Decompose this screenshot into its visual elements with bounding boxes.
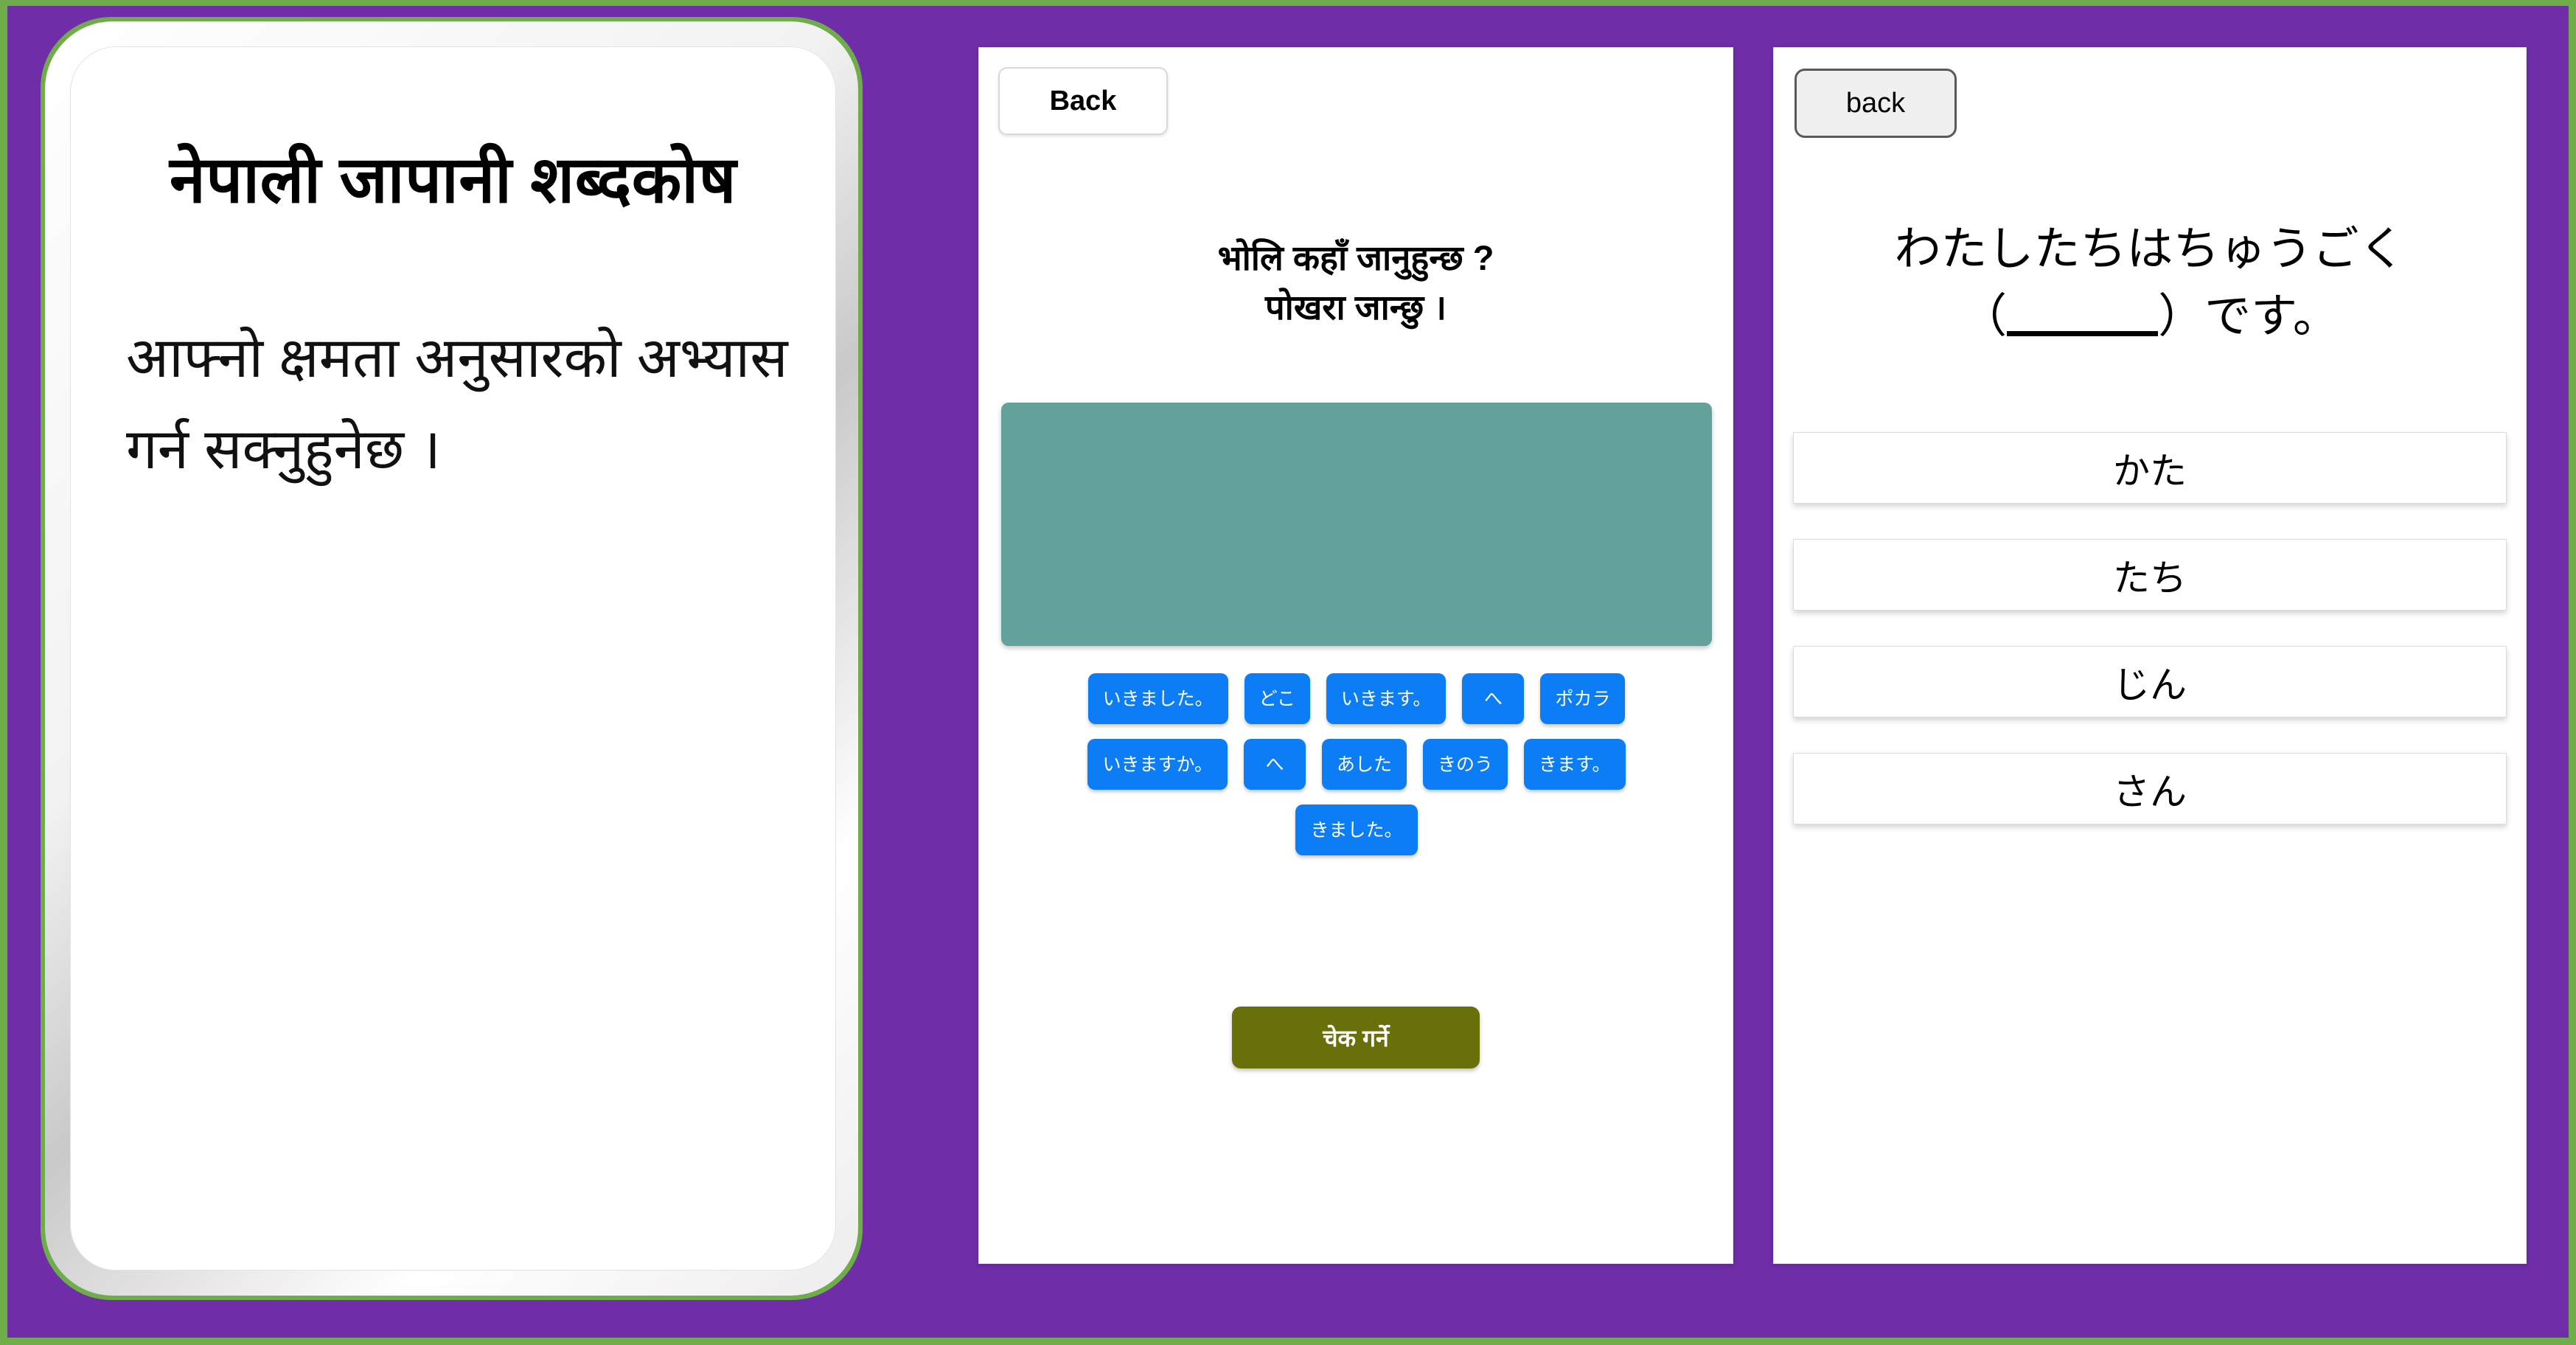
word-chip[interactable]: へ [1462, 673, 1525, 724]
word-chip[interactable]: いきます。 [1326, 673, 1447, 724]
app-title: नेपाली जापानी शब्दकोष [169, 143, 737, 216]
back-button[interactable]: Back [998, 67, 1168, 135]
sentence-arrange-screen: Back भोलि कहाँ जानुहुन्छ ? पोखरा जान्छु … [978, 47, 1733, 1264]
word-chip[interactable]: きました。 [1295, 804, 1418, 855]
answer-option[interactable]: じん [1793, 646, 2507, 717]
answer-dropzone[interactable] [1001, 403, 1712, 646]
cover-card: नेपाली जापानी शब्दकोष आफ्नो क्षमता अनुसा… [41, 17, 863, 1300]
word-bank: いきました。 どこ いきます。 へ ポカラ いきますか。 へ あした きのう き… [998, 673, 1715, 870]
question-line-1: わたしたちはちゅうごく [1894, 222, 2406, 276]
check-answer-button[interactable]: चेक गर्ने [1232, 1007, 1480, 1068]
blank-close-paren: ）です。 [2158, 289, 2339, 344]
answer-option[interactable]: さん [1793, 753, 2507, 824]
answer-options-list: かた たち じん さん [1793, 432, 2507, 860]
word-bank-row: きました。 [998, 804, 1715, 855]
back-button[interactable]: back [1795, 69, 1957, 138]
blank-open-paren: （ [1960, 289, 2008, 344]
word-chip[interactable]: いきました。 [1087, 673, 1228, 724]
word-chip[interactable]: きのう [1423, 739, 1508, 790]
answer-option[interactable]: たち [1793, 539, 2507, 611]
cover-card-inner: नेपाली जापानी शब्दकोष आफ्नो क्षमता अनुसा… [70, 46, 836, 1271]
word-bank-row: いきました。 どこ いきます。 へ ポカラ [998, 673, 1715, 724]
word-chip[interactable]: いきますか。 [1087, 739, 1228, 790]
prompt-text: भोलि कहाँ जानुहुन्छ ? पोखरा जान्छु । [979, 234, 1733, 332]
app-outer-frame: नेपाली जापानी शब्दकोष आफ्नो क्षमता अनुसा… [0, 0, 2576, 1345]
blank-underline [2007, 290, 2159, 337]
word-chip[interactable]: へ [1243, 739, 1306, 790]
word-chip[interactable]: きます。 [1524, 739, 1626, 790]
prompt-line-1: भोलि कहाँ जानुहुन्छ ? [1217, 238, 1494, 277]
cover-card-bezel: नेपाली जापानी शब्दकोष आफ्नो क्षमता अनुसा… [45, 21, 858, 1296]
word-chip[interactable]: どこ [1244, 673, 1310, 724]
multiple-choice-screen: back わたしたちはちゅうごく （ ）です。 かた たち じん さん [1773, 47, 2527, 1264]
question-text: わたしたちはちゅうごく （ ）です。 [1774, 218, 2526, 347]
word-chip[interactable]: ポカラ [1540, 673, 1626, 724]
purple-stage: नेपाली जापानी शब्दकोष आफ्नो क्षमता अनुसा… [7, 6, 2569, 1338]
prompt-line-2: पोखरा जान्छु । [1264, 287, 1447, 327]
question-line-2: （ ）です。 [1774, 285, 2526, 347]
answer-option[interactable]: かた [1793, 432, 2507, 504]
word-bank-row: いきますか。 へ あした きのう きます。 [998, 739, 1715, 790]
word-chip[interactable]: あした [1321, 739, 1407, 790]
app-tagline: आफ्नो क्षमता अनुसारको अभ्यास गर्न सक्नुह… [126, 327, 788, 481]
